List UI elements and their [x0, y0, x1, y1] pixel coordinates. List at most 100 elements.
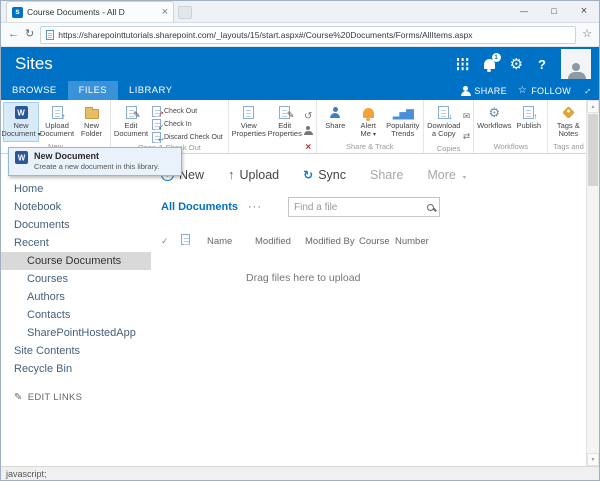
view-row: All Documents ···: [151, 182, 586, 217]
view-properties-button[interactable]: View Properties: [231, 102, 267, 153]
back-button[interactable]: [8, 29, 19, 40]
more-button[interactable]: More: [427, 168, 466, 182]
ribbon-tab-bar: BROWSE FILES LIBRARY SHARE FOLLOW: [1, 81, 599, 100]
scroll-up-arrow[interactable]: [587, 100, 599, 113]
edit-document-icon: [125, 106, 141, 121]
publish-button[interactable]: Publish: [512, 102, 545, 142]
scroll-down-arrow[interactable]: [587, 453, 599, 466]
scrollbar-thumb[interactable]: [588, 114, 598, 186]
download-a-copy-button[interactable]: Download a Copy: [426, 102, 462, 144]
group-label-share-track: Share & Track: [345, 142, 394, 151]
status-bar: javascript;: [1, 466, 599, 480]
check-out-button[interactable]: Check Out: [150, 105, 225, 118]
favorites-star-icon[interactable]: [582, 29, 592, 40]
ribbon-group-manage: View Properties Edit Properties Manage: [229, 100, 317, 153]
column-number[interactable]: Number: [395, 236, 437, 247]
tooltip-title: New Document: [34, 151, 100, 161]
url-box[interactable]: https://sharepointtutorials.sharepoint.c…: [40, 25, 577, 44]
new-document-button[interactable]: New Document: [1, 102, 41, 142]
word-document-icon: [15, 151, 28, 164]
focus-on-content-icon[interactable]: [582, 85, 592, 96]
browser-window: Course Documents - All D https://sharepo…: [0, 0, 600, 481]
sidebar-item-recent[interactable]: Recent: [1, 234, 151, 252]
column-name[interactable]: Name: [207, 236, 255, 247]
find-file-searchbox[interactable]: [288, 197, 441, 217]
column-modified-by[interactable]: Modified By: [305, 236, 359, 247]
app-launcher-icon[interactable]: [456, 58, 469, 70]
search-input[interactable]: [294, 201, 428, 213]
sidebar-item-courses[interactable]: Courses: [1, 270, 151, 288]
select-all-checkbox[interactable]: [161, 236, 181, 247]
user-avatar[interactable]: [561, 49, 591, 79]
word-document-icon: [14, 106, 28, 119]
suite-icons: 1 ?: [456, 49, 599, 79]
tab-title: Course Documents - All D: [27, 7, 125, 17]
column-modified[interactable]: Modified: [255, 236, 305, 247]
document-library-content: New Upload Sync Share More All Documents…: [151, 154, 586, 466]
ribbon-group-new: New Document Upload Document New Folder …: [1, 100, 111, 153]
help-icon[interactable]: ?: [538, 57, 546, 72]
suite-bar: Sites 1 ?: [1, 47, 599, 81]
delete-document-icon[interactable]: [305, 137, 311, 153]
url-text[interactable]: https://sharepointtutorials.sharepoint.c…: [58, 30, 570, 40]
maximize-button[interactable]: [539, 1, 569, 22]
column-headers: Name Modified Modified By Course Number: [151, 217, 586, 248]
browser-tab[interactable]: Course Documents - All D: [6, 1, 174, 22]
window-controls: [509, 1, 599, 22]
new-folder-button[interactable]: New Folder: [75, 102, 108, 142]
sidebar-item-sharepointhostedapp[interactable]: SharePointHostedApp: [1, 324, 151, 342]
tab-library[interactable]: LIBRARY: [118, 81, 183, 100]
sidebar-item-home[interactable]: Home: [1, 180, 151, 198]
sidebar-item-site-contents[interactable]: Site Contents: [1, 342, 151, 360]
site-title[interactable]: Sites: [1, 54, 53, 74]
share-toolbar-button[interactable]: Share: [370, 168, 403, 182]
tags-notes-button[interactable]: Tags & Notes: [550, 102, 586, 142]
vertical-scrollbar[interactable]: [586, 100, 599, 466]
edit-properties-button[interactable]: Edit Properties: [267, 102, 303, 153]
tab-browse[interactable]: BROWSE: [1, 81, 68, 100]
sidebar-item-contacts[interactable]: Contacts: [1, 306, 151, 324]
ribbon-group-copies: Download a Copy Copies: [424, 100, 475, 153]
column-course[interactable]: Course: [359, 236, 395, 247]
popularity-trends-button[interactable]: Popularity Trends: [385, 102, 421, 142]
version-history-icon[interactable]: [304, 106, 312, 124]
sidebar-item-documents[interactable]: Documents: [1, 216, 151, 234]
sidebar-item-recycle-bin[interactable]: Recycle Bin: [1, 360, 151, 378]
view-all-documents[interactable]: All Documents: [161, 201, 238, 213]
group-label-workflows: Workflows: [493, 142, 529, 151]
tab-files[interactable]: FILES: [67, 81, 119, 100]
manage-copies-icon[interactable]: [463, 126, 471, 144]
sidebar-item-course-documents[interactable]: Course Documents: [1, 252, 151, 270]
share-ribbon-button[interactable]: Share: [319, 102, 352, 142]
follow-action[interactable]: FOLLOW: [518, 85, 571, 96]
minimize-button[interactable]: [509, 1, 539, 22]
edit-links-button[interactable]: EDIT LINKS: [1, 392, 151, 403]
alert-me-button[interactable]: Alert Me: [352, 102, 385, 142]
workflows-button[interactable]: Workflows: [476, 102, 512, 142]
new-tab-button[interactable]: [178, 6, 192, 19]
folder-icon: [84, 106, 99, 119]
refresh-button[interactable]: [25, 29, 34, 40]
settings-gear-icon[interactable]: [510, 55, 523, 73]
edit-document-button[interactable]: Edit Document: [113, 102, 149, 143]
share-action[interactable]: SHARE: [460, 85, 507, 96]
browser-tab-bar: Course Documents - All D: [1, 1, 599, 23]
follow-label: FOLLOW: [531, 85, 571, 96]
upload-button[interactable]: Upload: [228, 167, 280, 182]
sidebar-item-notebook[interactable]: Notebook: [1, 198, 151, 216]
share-person-icon: [460, 85, 471, 96]
dropdown-caret-icon: [461, 168, 466, 182]
sync-button[interactable]: Sync: [303, 168, 346, 182]
view-ellipsis[interactable]: ···: [248, 201, 262, 213]
shared-with-icon[interactable]: [304, 126, 314, 135]
sync-icon: [303, 168, 313, 182]
sidebar-item-authors[interactable]: Authors: [1, 288, 151, 306]
discard-check-out-button[interactable]: Discard Check Out: [150, 131, 225, 144]
check-in-button[interactable]: Check In: [150, 118, 225, 131]
tab-close-icon[interactable]: [162, 6, 168, 18]
search-icon[interactable]: [427, 203, 435, 211]
send-to-icon[interactable]: [463, 106, 471, 124]
notifications-bell-icon[interactable]: 1: [483, 53, 501, 72]
upload-document-button[interactable]: Upload Document: [39, 102, 75, 142]
close-button[interactable]: [569, 1, 599, 22]
